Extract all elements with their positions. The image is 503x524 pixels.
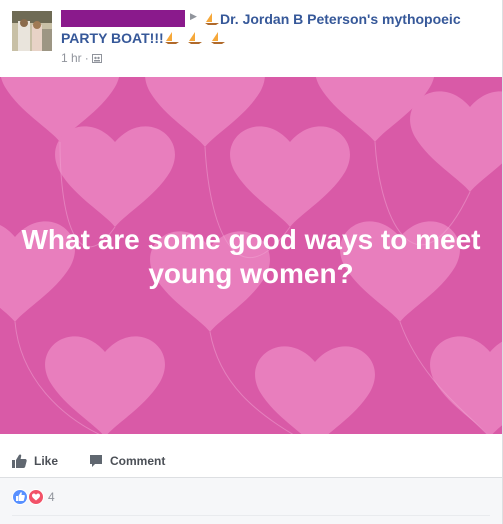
reaction-count[interactable]: 4 — [48, 490, 55, 504]
comment-button[interactable]: Comment — [89, 454, 165, 468]
sailboat-icon — [205, 13, 219, 25]
like-reaction-icon — [12, 489, 28, 505]
reaction-icons[interactable] — [12, 489, 46, 505]
author-name-redacted[interactable] — [61, 10, 185, 27]
post-meta: 1 hr · — [61, 51, 102, 65]
image-caption: What are some good ways to meet young wo… — [21, 224, 481, 289]
post-actions: Like Comment — [0, 434, 502, 478]
comment-icon — [90, 455, 102, 467]
sailboat-icon — [164, 32, 179, 44]
reactions-bar: 4 — [0, 478, 502, 524]
sailboat-icon — [210, 32, 225, 44]
group-name-line2[interactable]: PARTY BOAT!!! — [61, 29, 226, 47]
feed-post: ▶ Dr. Jordan B Peterson's mythopoeic PAR… — [0, 0, 503, 524]
post-timestamp[interactable]: 1 hr — [61, 51, 82, 65]
group-name-line1[interactable]: Dr. Jordan B Peterson's mythopoeic — [204, 10, 461, 28]
post-image[interactable]: What are some good ways to meet young wo… — [0, 77, 502, 434]
sailboat-icon — [187, 32, 202, 44]
like-button[interactable]: Like — [12, 454, 58, 468]
caret-right-icon: ▶ — [190, 11, 197, 21]
thumbs-up-icon — [12, 454, 27, 468]
group-icon[interactable] — [91, 54, 102, 63]
separator-dot: · — [84, 51, 89, 65]
divider — [12, 515, 490, 516]
comment-label: Comment — [110, 454, 166, 468]
like-label: Like — [34, 454, 59, 468]
author-avatar[interactable] — [12, 11, 52, 51]
love-reaction-icon — [28, 489, 44, 505]
